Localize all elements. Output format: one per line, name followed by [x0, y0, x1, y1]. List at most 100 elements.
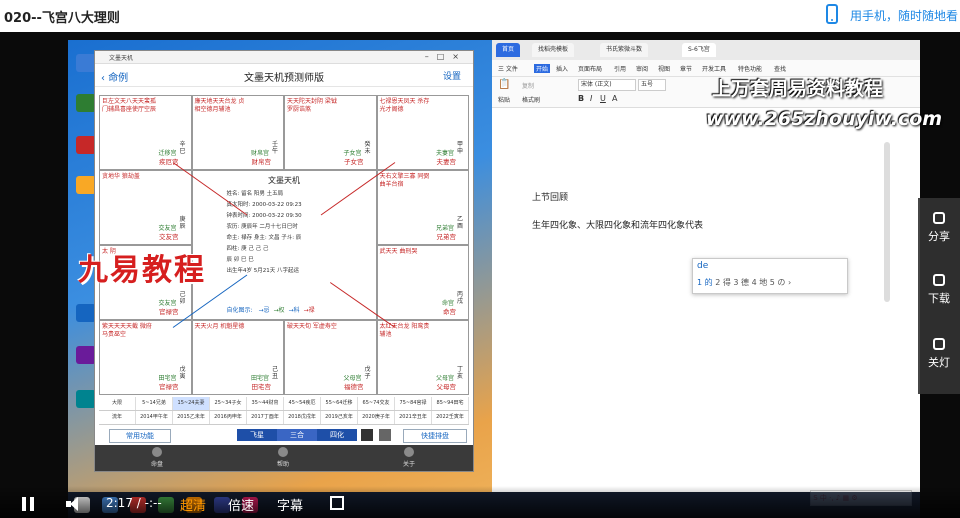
- mobile-watch-link[interactable]: 用手机，随时随地看: [850, 7, 958, 24]
- italic-button[interactable]: I: [590, 94, 592, 103]
- quick-chart-button[interactable]: 快捷排盘: [403, 429, 467, 443]
- video-player[interactable]: 文墨天机 –□× ‹ 命例 文墨天机预测师版 设置 巨左文天八天天蜚孤 门辅昌喜…: [0, 32, 960, 518]
- daxian-cell[interactable]: 大限: [99, 397, 136, 410]
- palace-name: 夫妻宫: [436, 158, 457, 166]
- doc-heading[interactable]: 上节回顾: [532, 190, 568, 203]
- feixing-button[interactable]: 飞星: [237, 429, 277, 441]
- wps-menu-item[interactable]: 开始: [534, 64, 551, 73]
- liunian-cell[interactable]: 2014甲午年: [136, 411, 173, 424]
- palace-cell[interactable]: 天天陀天封阴 梁钺罗厨诰煞 癸未 子女宫 子女宫: [284, 95, 377, 170]
- tab-ziwei-doc[interactable]: 书氏紫微斗数: [600, 43, 649, 57]
- daxian-cell[interactable]: 55~64迁移: [321, 397, 358, 410]
- wps-menu-item[interactable]: 查找: [774, 64, 786, 73]
- palace-cell[interactable]: 七禄恩天凤天 杀存光才阁德 甲申 夫妻宫 夫妻宫: [376, 95, 469, 170]
- liunian-cell[interactable]: 2016丙申年: [210, 411, 247, 424]
- volume-icon[interactable]: [66, 496, 82, 512]
- palace-ganzhi: 庚辰: [179, 216, 186, 230]
- copy-button[interactable]: 复制: [522, 81, 534, 90]
- wps-menu-item[interactable]: 审阅: [636, 64, 648, 73]
- chevron-right-icon[interactable]: ›: [788, 278, 791, 287]
- palace-cell[interactable]: 紫天天天天截 微府马贵巫空 戊寅 田宅宫 官禄宫: [99, 320, 192, 395]
- palace-cell[interactable]: 天右文擎三寡 同弼曲羊台宿 乙酉 兄弟宫 兄弟宫: [376, 170, 469, 245]
- window-controls[interactable]: –□×: [425, 52, 467, 61]
- wps-menu-item[interactable]: 开发工具: [702, 64, 726, 73]
- nav-about[interactable]: 关于: [389, 447, 429, 468]
- daxian-cell[interactable]: 85~94田宅: [432, 397, 469, 410]
- settings-button[interactable]: 设置: [443, 69, 461, 82]
- ime-candidate[interactable]: 3 德: [733, 278, 749, 287]
- palace-cell[interactable]: 破天天旬 军虚寿空 戊子 父母宫 福德宫: [284, 320, 377, 395]
- speed-button[interactable]: 倍速: [228, 495, 254, 514]
- liunian-cell[interactable]: 2022壬寅年: [432, 411, 469, 424]
- fullscreen-icon[interactable]: [330, 496, 344, 510]
- wps-menu-item[interactable]: 引用: [614, 64, 626, 73]
- tab-docer[interactable]: 找稻壳模板: [532, 43, 575, 57]
- save-icon[interactable]: [361, 429, 373, 441]
- share-button[interactable]: 分享: [918, 212, 960, 244]
- subtitle-button[interactable]: 字幕: [277, 495, 303, 514]
- nav-mingpan[interactable]: 命盘: [137, 447, 177, 468]
- liunian-cell[interactable]: 2015乙未年: [173, 411, 210, 424]
- quality-button[interactable]: 超清: [180, 495, 206, 514]
- palace-cell[interactable]: 太红天台龙 阳鸾贵辅池 丁亥 父母宫 父母宫: [376, 320, 469, 395]
- doc-paragraph[interactable]: 生年四化象、大限四化象和流年四化象代表: [532, 218, 703, 231]
- liunian-row[interactable]: 流年 2014甲午年 2015乙未年 2016丙申年 2017丁酉年 2018戊戌年 201…: [99, 411, 469, 425]
- palace-cell[interactable]: 武天天 曲刑哭 丙戌 命宫 命宫: [376, 245, 469, 320]
- liunian-cell[interactable]: 2021辛丑年: [395, 411, 432, 424]
- wps-menu-item[interactable]: 页面布局: [578, 64, 602, 73]
- paste-icon[interactable]: 📋: [498, 79, 510, 90]
- font-size-select[interactable]: 五号: [638, 79, 666, 91]
- center-info-line: 四柱: 庚 己 己 己: [226, 246, 269, 252]
- center-info-line: 姓名: 留名 阳男 土五局: [226, 191, 284, 197]
- download-button[interactable]: 下载: [918, 274, 960, 306]
- daxian-cell[interactable]: 15~24夫妻: [173, 397, 210, 410]
- palace-cell[interactable]: 天天火月 机魁星德 己丑 田宅宫 田宅宫: [191, 320, 284, 395]
- ime-candidates[interactable]: 1 的 2 得 3 德 4 地 5 の ›: [697, 277, 791, 288]
- font-name-select[interactable]: 宋体 (正文): [578, 79, 636, 91]
- palace-cell[interactable]: 贪地华 狼劫盖 庚辰 交友宫 交友宫: [99, 170, 192, 245]
- liunian-cell[interactable]: 2018戊戌年: [284, 411, 321, 424]
- palace-cell[interactable]: 廉天地天天台龙 贞相空德月辅池 壬午 财帛宫 财帛宫: [191, 95, 284, 170]
- daxian-cell[interactable]: 65~74交友: [358, 397, 395, 410]
- daxian-row[interactable]: 大限 5~14兄弟 15~24夫妻 25~34子女 35~44财帛 45~54疾厄 55~6…: [99, 397, 469, 411]
- font-color-button[interactable]: A: [612, 94, 617, 103]
- bold-button[interactable]: B: [578, 94, 584, 103]
- document-scrollbar[interactable]: [884, 142, 890, 302]
- daxian-cell[interactable]: 75~84官禄: [395, 397, 432, 410]
- palace-cell[interactable]: 巨左文天八天天蜚孤 门辅昌喜座使厅空辰 辛巳 迁移宫 疾厄宫: [99, 95, 192, 170]
- wps-menu-item[interactable]: 特色功能: [738, 64, 762, 73]
- paste-label[interactable]: 粘贴: [498, 95, 510, 104]
- palace-name: 田宅宫: [251, 383, 272, 391]
- daxian-cell[interactable]: 5~14兄弟: [136, 397, 173, 410]
- wps-menu-item[interactable]: 插入: [556, 64, 568, 73]
- daxian-cell[interactable]: 45~54疾厄: [284, 397, 321, 410]
- format-painter-button[interactable]: 格式刷: [522, 95, 540, 104]
- ime-candidate[interactable]: 4 地: [752, 278, 768, 287]
- chart-icon: [152, 447, 162, 457]
- ime-candidate[interactable]: 2 得: [715, 278, 731, 287]
- print-icon[interactable]: [379, 429, 391, 441]
- daxian-cell[interactable]: 35~44财帛: [247, 397, 284, 410]
- tab-feigong-doc[interactable]: S-6飞宫: [682, 43, 716, 57]
- ime-candidate[interactable]: 5 の: [770, 278, 786, 287]
- phone-icon[interactable]: [826, 4, 838, 24]
- lights-off-button[interactable]: 关灯: [918, 338, 960, 370]
- ime-candidate[interactable]: 1 的: [697, 278, 713, 287]
- wps-menu-item[interactable]: 视图: [658, 64, 670, 73]
- palace-name: 子女宫: [344, 158, 364, 166]
- liunian-cell[interactable]: 2019己亥年: [321, 411, 358, 424]
- liunian-cell[interactable]: 2020庚子年: [358, 411, 395, 424]
- liunian-cell[interactable]: 2017丁酉年: [247, 411, 284, 424]
- common-functions-button[interactable]: 常用功能: [109, 429, 171, 443]
- underline-button[interactable]: U: [600, 94, 606, 103]
- video-title: 020--飞宫八大理则: [4, 11, 120, 26]
- pause-icon[interactable]: [22, 497, 34, 511]
- wps-menu-item[interactable]: 章节: [680, 64, 692, 73]
- sihua-button[interactable]: 四化: [317, 429, 357, 441]
- sanhe-button[interactable]: 三合: [277, 429, 317, 441]
- tab-home[interactable]: 首页: [496, 43, 521, 57]
- daxian-cell[interactable]: 25~34子女: [210, 397, 247, 410]
- nav-help[interactable]: 帮助: [263, 447, 303, 468]
- wps-menu-item[interactable]: 三 文件: [498, 64, 518, 73]
- liunian-cell[interactable]: 流年: [99, 411, 136, 424]
